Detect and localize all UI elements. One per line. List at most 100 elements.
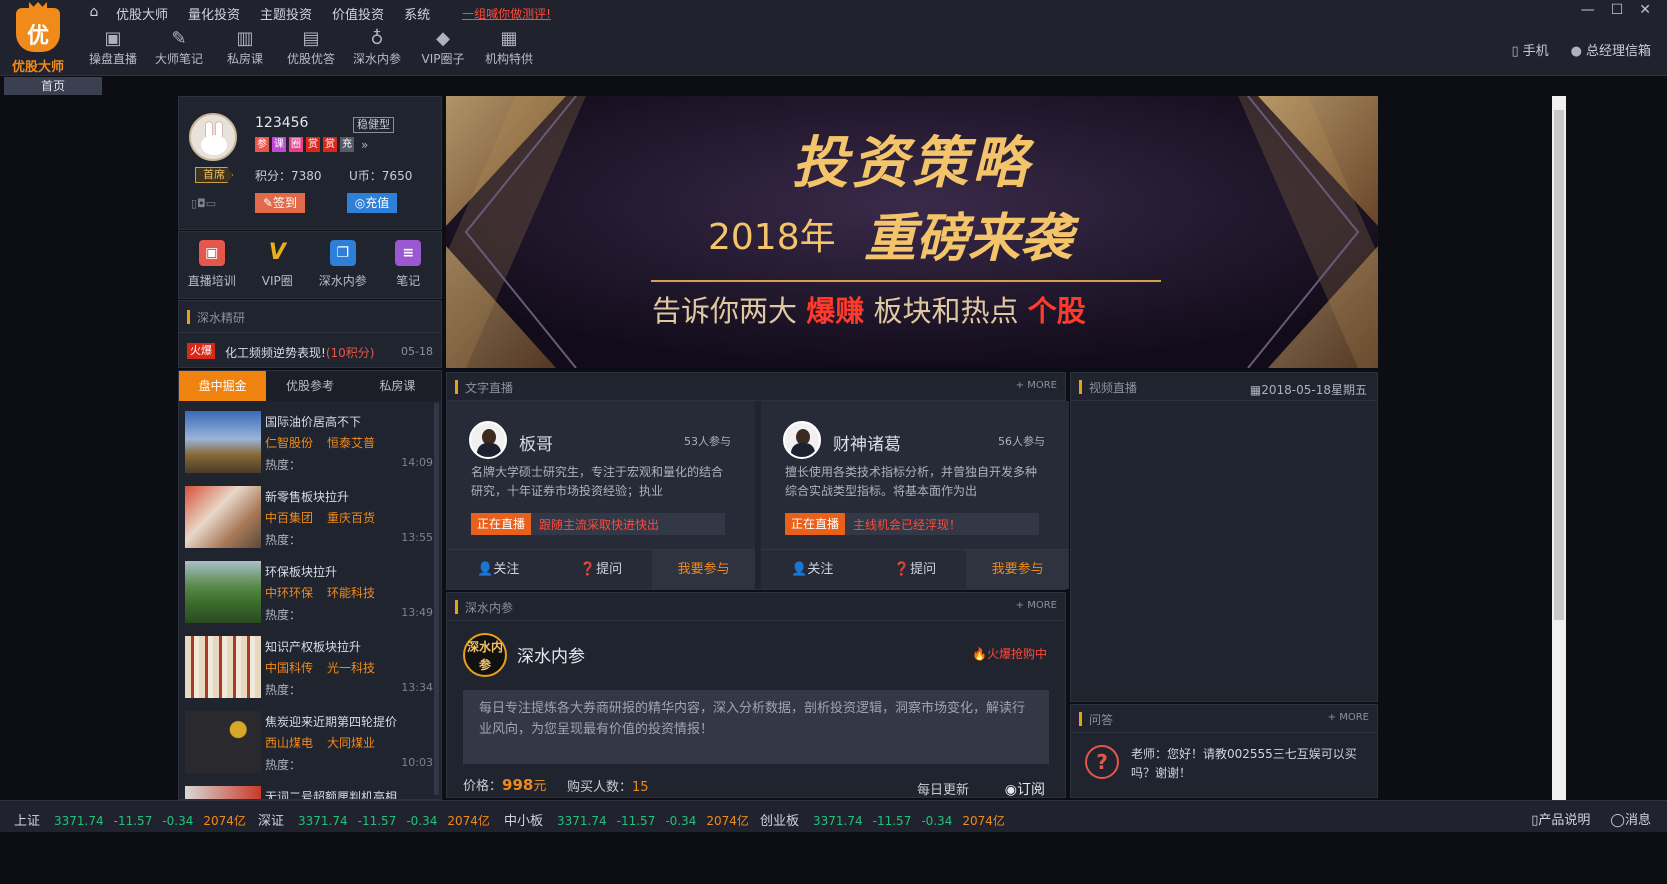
banner-year: 2018年 [708,217,836,258]
tab-reference[interactable]: 优股参考 [266,371,353,401]
tool-qa[interactable]: ▤ 优股优答 [278,28,344,72]
stock-link[interactable]: 中国科传 [265,661,313,675]
promo-banner[interactable]: 投资策略 2018年 重磅来袭 告诉你两大 爆赚 板块和热点 个股 [446,96,1378,368]
briefcase-icon: ▦ [500,28,518,49]
badge-course[interactable]: 课 [272,137,286,152]
news-item[interactable]: 无词二号超额厘判机高相 [185,786,433,799]
menu-item-value[interactable]: 价值投资 [332,4,384,23]
follow-button[interactable]: 👤关注 [447,550,550,589]
product-info-link[interactable]: ▯产品说明 [1531,809,1590,828]
badge-recharge[interactable]: 充 [340,137,354,152]
tool-private-class[interactable]: ▥ 私房课 [212,28,278,72]
live-status[interactable]: 正在直播 主线机会已经浮现！ [785,513,1039,535]
phone-link[interactable]: ▯ 手机 [1511,40,1548,59]
news-item[interactable]: 焦炭迎来近期第四轮提价 西山煤电 大同煤业 热度： 10:03 [185,711,433,775]
menu-item-quant[interactable]: 量化投资 [188,4,240,23]
news-item[interactable]: 环保板块拉升 中环环保 环能科技 热度： 13:49 [185,561,433,625]
tool-institution[interactable]: ▦ 机构特供 [476,28,542,72]
oil-pump-photo [185,411,261,473]
quicknav-notes[interactable]: ≡ 笔记 [376,232,442,298]
news-item[interactable]: 新零售板块拉升 中百集团 重庆百货 热度： 13:55 [185,486,433,550]
host-avatar[interactable] [469,421,507,459]
deep-research-item[interactable]: 火爆 化工频频逆势表现!(10积分) 05-18 [187,343,435,361]
sign-in-button[interactable]: ✎签到 [255,193,305,213]
promo-link[interactable]: 一组喊你做测评! [462,5,551,22]
rank-badge: 首席 [195,167,233,183]
coal-photo [185,711,261,773]
messages-link[interactable]: ◯消息 [1610,809,1651,828]
stock-link[interactable]: 中环环保 [265,586,313,600]
join-button[interactable]: 我要参与 [966,550,1070,589]
badge-circle[interactable]: 圈 [289,137,303,152]
subscribe-button[interactable]: ◉订阅 [1005,779,1045,797]
tab-private-class[interactable]: 私房课 [354,371,441,401]
ticker-item-shanghai[interactable]: 上证 3371.74 -11.57 -0.34 2074亿 [14,810,246,829]
minimize-icon[interactable]: — [1581,2,1595,18]
follow-button[interactable]: 👤关注 [761,550,864,589]
quicknav-live-training[interactable]: ▣ 直播培训 [179,232,245,298]
tab-intraday[interactable]: 盘中掘金 [179,371,267,401]
deep-report-header: 深水内参 + MORE [447,593,1065,621]
stock-link[interactable]: 大同煤业 [327,736,375,750]
add-user-icon: 👤 [791,562,808,577]
news-scrollbar[interactable] [434,403,439,795]
host-name[interactable]: 板哥 [519,430,553,455]
stock-link[interactable]: 恒泰艾普 [327,436,375,450]
page-scrollbar[interactable] [1552,96,1566,800]
stock-link[interactable]: 西山煤电 [265,736,313,750]
recharge-button[interactable]: ◎充值 [347,193,397,213]
host-name[interactable]: 财神诸葛 [833,430,901,455]
badge-participate[interactable]: 参 [255,137,269,152]
news-item[interactable]: 国际油价居高不下 仁智股份 恒泰艾普 热度： 14:09 [185,411,433,475]
close-icon[interactable]: ✕ [1639,2,1651,18]
tab-home[interactable]: 首页 [4,77,102,95]
badge-reward-1[interactable]: 赏 [306,137,320,152]
banner-divider [651,280,1161,282]
home-icon[interactable]: ⌂ [84,4,104,22]
ticker-item-sme[interactable]: 中小板 3371.74 -11.57 -0.34 2074亿 [504,810,749,829]
live-status[interactable]: 正在直播 跟随主流采取快进快出 [471,513,725,535]
badge-reward-2[interactable]: 赏 [323,137,337,152]
quicknav-deep-report[interactable]: ❐ 深水内参 [310,232,376,298]
qa-question[interactable]: 老师：您好！请教002555三七互娱可以买吗？谢谢！ [1131,745,1361,783]
deep-report-panel: 深水内参 + MORE 深水内参 深水内参 🔥火爆抢购中 每日专注提炼各大券商研报… [446,592,1066,798]
app-logo[interactable]: 优 优股大师 [6,2,70,75]
scrollbar-thumb[interactable] [1554,110,1564,620]
maximize-icon[interactable]: ☐ [1611,2,1624,18]
report-buyers: 购买人数：15 [567,780,649,795]
more-link[interactable]: + MORE [1016,380,1057,391]
stock-link[interactable]: 光一科技 [327,661,375,675]
tool-master-notes[interactable]: ✎ 大师笔记 [146,28,212,72]
more-link[interactable]: + MORE [1016,600,1057,611]
stock-link[interactable]: 仁智股份 [265,436,313,450]
stock-link[interactable]: 中百集团 [265,511,313,525]
report-title[interactable]: 深水内参 [517,642,585,667]
menu-item-theme[interactable]: 主题投资 [260,4,312,23]
tool-live-play[interactable]: ▣ 操盘直播 [80,28,146,72]
avatar[interactable] [189,113,237,161]
footer-links: ▯产品说明 ◯消息 [1531,809,1651,828]
ticker-item-shenzhen[interactable]: 深证 3371.74 -11.57 -0.34 2074亿 [258,810,490,829]
retail-photo [185,486,261,548]
menu-item-system[interactable]: 系统 [404,4,430,23]
news-item[interactable]: 知识产权板块拉升 中国科传 光一科技 热度： 13:34 [185,636,433,700]
tool-vip-circle[interactable]: ◆ VIP圈子 [410,28,476,72]
ask-button[interactable]: ❓提问 [550,550,653,589]
more-link[interactable]: + MORE [1328,712,1369,723]
badges-more-icon[interactable]: » [361,138,368,152]
join-button[interactable]: 我要参与 [652,550,756,589]
report-logo: 深水内参 [463,633,507,677]
ticker-item-chinext[interactable]: 创业板 3371.74 -11.57 -0.34 2074亿 [760,810,1005,829]
menu-item-youguds[interactable]: 优股大师 [116,4,168,23]
report-price: 价格：998元 [463,776,547,794]
app-window: 优 优股大师 ⌂ 优股大师 量化投资 主题投资 价值投资 系统 一组喊你做测评!… [0,0,1667,884]
stock-link[interactable]: 重庆百货 [327,511,375,525]
host-avatar[interactable] [783,421,821,459]
tool-deep-report[interactable]: ♁ 深水内参 [344,28,410,72]
news-panel: 盘中掘金 优股参考 私房课 国际油价居高不下 仁智股份 恒泰艾普 热度： 14:0… [178,370,442,800]
quicknav-vip[interactable]: V VIP圈 [245,232,311,298]
stock-link[interactable]: 环能科技 [327,586,375,600]
user-link[interactable]: ● 总经理信箱 [1571,40,1651,59]
ask-button[interactable]: ❓提问 [864,550,967,589]
live-play-icon: ▣ [104,28,122,49]
